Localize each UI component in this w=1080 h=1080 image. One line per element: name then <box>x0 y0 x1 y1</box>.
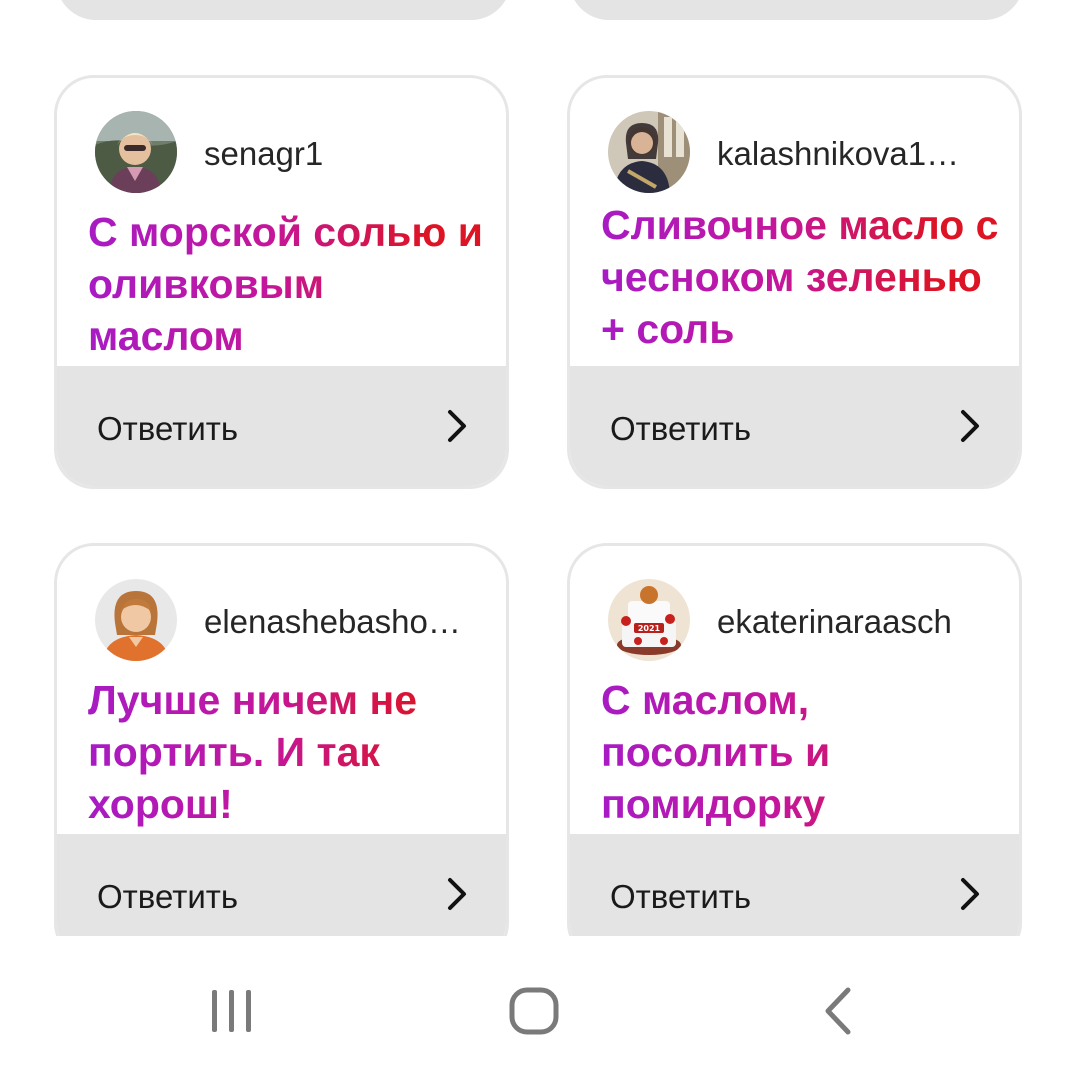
reply-label: Ответить <box>97 878 239 915</box>
username[interactable]: kalashnikova1… <box>717 134 992 174</box>
question-card: kalashnikova1… Сливочное масло с чесноко… <box>567 75 1022 489</box>
previous-card-stub-right <box>569 0 1024 20</box>
card-header: elenashebasho… Лучше ничем не портить. И… <box>57 546 506 834</box>
card-header: senagr1 С морской солью и оливковым масл… <box>57 78 506 366</box>
avatar[interactable] <box>95 111 177 193</box>
reply-label: Ответить <box>610 878 752 915</box>
system-navigation-bar <box>0 936 1080 1080</box>
question-card: 2021 ekaterinaraasch С маслом, посолить … <box>567 543 1022 963</box>
chevron-right-icon <box>961 878 979 910</box>
card-header: kalashnikova1… Сливочное масло с чесноко… <box>570 78 1019 366</box>
reply-label: Ответить <box>97 410 239 447</box>
chevron-right-icon <box>448 410 466 442</box>
reply-label: Ответить <box>610 410 752 447</box>
chevron-right-icon <box>961 410 979 442</box>
avatar[interactable] <box>95 579 177 661</box>
username[interactable]: ekaterinaraasch <box>717 602 992 642</box>
previous-card-stub-left <box>56 0 511 20</box>
home-icon[interactable] <box>504 986 564 1046</box>
username[interactable]: elenashebasho… <box>204 602 479 642</box>
recent-apps-icon[interactable] <box>202 986 262 1046</box>
question-card: senagr1 С морской солью и оливковым масл… <box>54 75 509 489</box>
question-text: С маслом, посолить и помидорку <box>601 674 1001 830</box>
question-text: С морской солью и оливковым маслом <box>88 206 488 362</box>
card-header: 2021 ekaterinaraasch С маслом, посолить … <box>570 546 1019 834</box>
svg-text:2021: 2021 <box>638 624 661 633</box>
question-text: Лучше ничем не портить. И так хорош! <box>88 674 488 830</box>
question-card: elenashebasho… Лучше ничем не портить. И… <box>54 543 509 963</box>
avatar[interactable]: 2021 <box>608 579 690 661</box>
avatar[interactable] <box>608 111 690 193</box>
question-text: Сливочное масло с чесноком зеленью + сол… <box>601 199 1001 355</box>
back-icon[interactable] <box>808 986 868 1046</box>
chevron-right-icon <box>448 878 466 910</box>
reply-button[interactable]: Ответить <box>57 366 506 486</box>
username[interactable]: senagr1 <box>204 134 479 174</box>
reply-button[interactable]: Ответить <box>570 366 1019 486</box>
